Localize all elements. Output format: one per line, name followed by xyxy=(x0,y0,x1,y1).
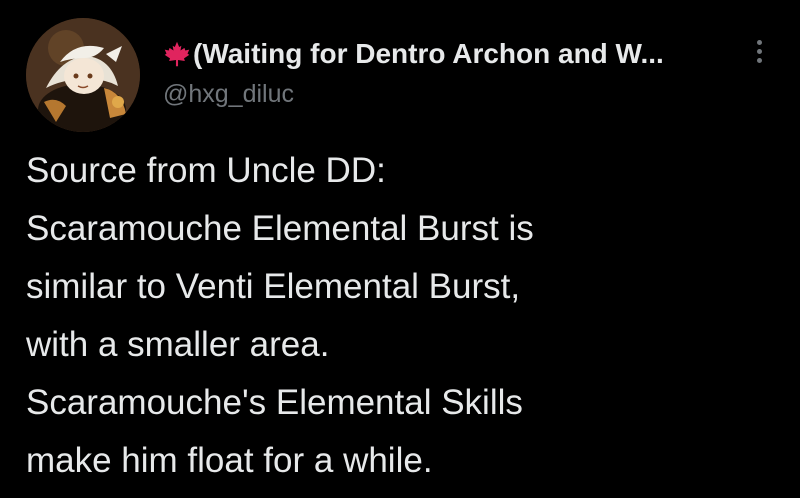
tweet-header: (Waiting for Dentro Archon and W... @hxg… xyxy=(163,34,730,109)
author-display-name[interactable]: (Waiting for Dentro Archon and W... xyxy=(193,38,664,70)
tweet-text-line: Source from Uncle DD: xyxy=(26,151,386,190)
name-row[interactable]: (Waiting for Dentro Archon and W... xyxy=(163,34,730,74)
author-handle[interactable]: @hxg_diluc xyxy=(163,80,730,109)
tweet-text-line: Scaramouche's Elemental Skills xyxy=(26,383,523,422)
profile-avatar[interactable] xyxy=(26,18,140,132)
tweet-text-line: Scaramouche Elemental Burst is xyxy=(26,209,534,248)
more-dot xyxy=(756,40,762,45)
tweet-text-line: similar to Venti Elemental Burst, xyxy=(26,267,521,306)
tweet-card: (Waiting for Dentro Archon and W... @hxg… xyxy=(0,0,800,498)
more-dot xyxy=(756,58,762,63)
more-dot xyxy=(756,49,762,54)
avatar-image xyxy=(26,18,140,132)
tweet-text: Source from Uncle DD: Scaramouche Elemen… xyxy=(26,142,780,490)
tweet-text-line: make him float for a while. xyxy=(26,441,433,480)
more-options-icon[interactable] xyxy=(752,40,766,68)
maple-leaf-icon xyxy=(164,41,190,67)
tweet-text-line: with a smaller area. xyxy=(26,325,330,364)
